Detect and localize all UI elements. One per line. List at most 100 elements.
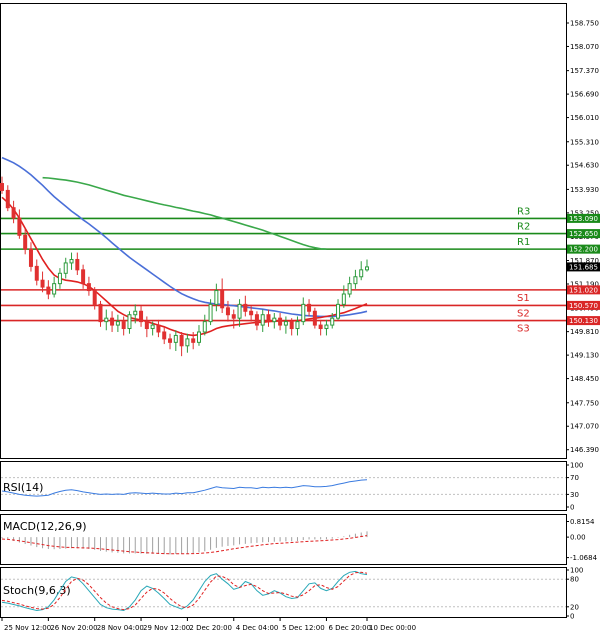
candle-body: [104, 317, 109, 323]
candle-body: [353, 276, 358, 285]
candle-body: [341, 293, 346, 305]
candle-body: [17, 217, 22, 236]
candle-body: [278, 317, 283, 326]
candle-body: [289, 321, 294, 330]
macd-pane: MACD(12,26,9): [1, 520, 368, 555]
price-tick-label: 149.130: [570, 352, 599, 360]
candle-body: [272, 317, 277, 323]
candle-body: [249, 310, 254, 316]
candle-body: [196, 331, 201, 343]
candle-body: [214, 290, 219, 305]
candle-body: [347, 283, 352, 295]
price-tick-label: 148.450: [570, 375, 599, 383]
candle-body: [133, 310, 138, 316]
candle-body: [63, 262, 68, 274]
price-tick-label: 146.390: [570, 446, 599, 454]
candle-body: [57, 272, 62, 285]
level-label-s3: S3: [517, 324, 530, 335]
candle-body: [283, 321, 288, 326]
candle-body: [23, 234, 28, 250]
candle-body: [318, 324, 323, 330]
time-tick-label: 28 Nov 04:00: [97, 624, 144, 632]
candle-body: [162, 331, 167, 340]
candle-body: [0, 183, 4, 191]
candle-body: [301, 303, 306, 323]
rsi-axis: 100 70 30 0: [566, 462, 583, 512]
candle-body: [202, 321, 207, 333]
candle-body: [179, 334, 184, 347]
level-tag-text-r3: 153.090: [569, 215, 598, 223]
level-label-s1: S1: [517, 293, 530, 304]
level-label-r3: R3: [517, 206, 530, 217]
candle-body: [46, 286, 51, 295]
time-tick-label: 2 Dec 20:00: [189, 624, 232, 632]
price-tick-label: 158.750: [570, 19, 599, 27]
last-price-marker: 151.685: [567, 262, 600, 272]
rsi-tick-label: 0: [570, 504, 574, 512]
candle-body: [324, 324, 329, 330]
candle-body: [144, 321, 149, 330]
candle-body: [150, 324, 155, 330]
candle-body: [208, 303, 213, 323]
candle-body: [75, 258, 80, 271]
candle-body: [330, 317, 335, 326]
candle-body: [11, 207, 16, 219]
candle-body: [92, 290, 97, 305]
rsi-pane: RSI(14): [1, 477, 566, 497]
macd-axis: 0.8154 0.00 -1.0684: [566, 518, 598, 562]
level-label-r1: R1: [517, 237, 530, 248]
stoch-axis: 10080 20 0: [566, 567, 583, 621]
level-tag-text-r2: 152.650: [569, 230, 598, 238]
rsi-pane-frame: [0, 461, 567, 511]
candle-body: [121, 321, 126, 330]
candle-body: [28, 248, 33, 267]
candle-body: [115, 321, 120, 326]
candle-body: [139, 310, 144, 323]
time-tick-label: 25 Nov 12:00: [4, 624, 51, 632]
price-tick-label: 157.370: [570, 67, 599, 75]
price-tick-label: 147.750: [570, 399, 599, 407]
price-tick-label: 158.070: [570, 43, 599, 51]
rsi-line: [1, 479, 368, 497]
candle-body: [260, 314, 265, 326]
candle-body: [34, 265, 39, 281]
stoch-tick-label: 100: [570, 567, 583, 575]
level-tag-text-s1: 151.020: [569, 286, 598, 294]
candle-body: [266, 314, 271, 323]
time-tick-label: 4 Dec 04:00: [236, 624, 279, 632]
candle-body: [168, 338, 173, 343]
candle-body: [156, 324, 161, 333]
candle-body: [127, 314, 132, 330]
price-tick-label: 153.930: [570, 186, 599, 194]
price-tick-label: 156.010: [570, 114, 599, 122]
candle-body: [254, 314, 259, 326]
candle-body: [110, 317, 115, 326]
level-tag-text-r1: 152.200: [569, 246, 598, 254]
level-label-r2: R2: [517, 222, 530, 233]
trading-chart[interactable]: R3 R2 R1 S1 S2 S3 158.750 158.070 157.370 156.69…: [0, 0, 600, 635]
stoch-pane: Stoch(9,6,3): [1, 570, 566, 612]
candle-body: [173, 334, 178, 343]
level-tag-text-s2: 150.570: [569, 302, 598, 310]
time-tick-label: 26 Nov 20:00: [50, 624, 97, 632]
candle-body: [40, 279, 45, 288]
candle-body: [243, 303, 248, 312]
macd-tick-label: -1.0684: [570, 554, 598, 562]
time-tick-label: 6 Dec 20:00: [328, 624, 371, 632]
candle-body: [295, 321, 300, 330]
price-tick-label: 155.310: [570, 138, 599, 146]
candle-body: [81, 269, 86, 285]
candle-body: [220, 290, 225, 309]
price-tick-label: 154.630: [570, 162, 599, 170]
candle-body: [307, 303, 312, 312]
price-tick-label: 149.810: [570, 328, 599, 336]
last-price-text: 151.685: [569, 263, 598, 271]
candle-body: [5, 189, 10, 209]
moving-averages: [1, 156, 368, 337]
price-tick-label: 147.070: [570, 423, 599, 431]
macd-signal-line: [1, 535, 368, 555]
candle-body: [359, 269, 364, 278]
candle-body: [52, 283, 57, 295]
time-tick-label: 10 Dec 00:00: [369, 624, 416, 632]
candle-body: [225, 307, 230, 316]
